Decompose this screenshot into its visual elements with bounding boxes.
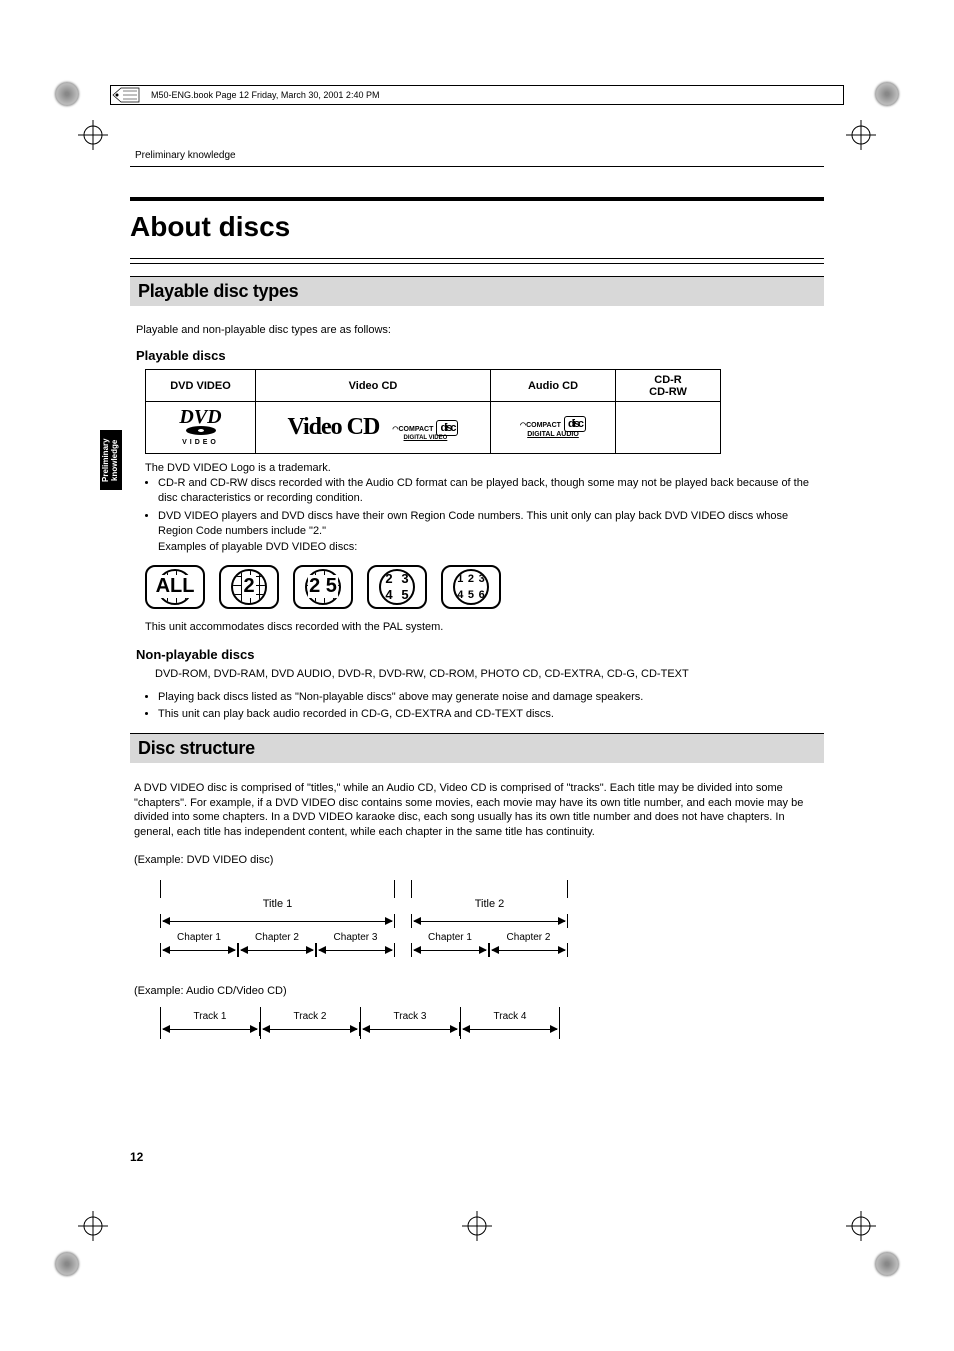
list-item: DVD VIDEO players and DVD discs have the… bbox=[158, 509, 824, 555]
nonplayable-list: DVD-ROM, DVD-RAM, DVD AUDIO, DVD-R, DVD-… bbox=[155, 668, 824, 680]
table-header: DVD VIDEO bbox=[146, 370, 256, 402]
example-dvd-label: (Example: DVD VIDEO disc) bbox=[134, 854, 824, 866]
trademark-note: The DVD VIDEO Logo is a trademark. bbox=[145, 462, 824, 474]
registration-circle bbox=[55, 1252, 79, 1276]
crop-mark bbox=[846, 120, 876, 150]
region-code-all: ALL bbox=[145, 565, 205, 609]
region-code-examples: ALL 2 2 5 2345 123456 bbox=[145, 565, 824, 609]
intro-text: Playable and non-playable disc types are… bbox=[136, 324, 824, 336]
table-header: CD-R CD-RW bbox=[616, 370, 721, 402]
region-code-25: 2 5 bbox=[293, 565, 353, 609]
crop-mark bbox=[78, 1211, 108, 1241]
audio-cd-logo: ◠COMPACT disc DIGITAL AUDIO bbox=[491, 402, 616, 454]
registration-circle bbox=[875, 82, 899, 106]
table-header: Audio CD bbox=[491, 370, 616, 402]
registration-circle bbox=[55, 82, 79, 106]
framemaker-header: M50-ENG.book Page 12 Friday, March 30, 2… bbox=[110, 85, 844, 105]
region-code-2345: 2345 bbox=[367, 565, 427, 609]
list-item: This unit can play back audio recorded i… bbox=[158, 707, 824, 722]
dvd-structure-diagram: Title 1 Chapter 1 Chapter 2 Chapter 3 Ti… bbox=[160, 880, 824, 957]
crop-mark bbox=[78, 120, 108, 150]
playable-discs-heading: Playable discs bbox=[136, 348, 824, 363]
cd-structure-diagram: Track 1 Track 2 Track 3 Track 4 bbox=[160, 1011, 824, 1036]
section-heading-playable: Playable disc types bbox=[130, 276, 824, 306]
crop-mark bbox=[462, 1211, 492, 1241]
cdr-cell bbox=[616, 402, 721, 454]
video-cd-logo: Video CD ◠COMPACT disc DIGITAL VIDEO bbox=[256, 402, 491, 454]
disc-structure-para: A DVD VIDEO disc is comprised of "titles… bbox=[134, 781, 824, 840]
table-header: Video CD bbox=[256, 370, 491, 402]
running-head: Preliminary knowledge bbox=[130, 150, 824, 167]
side-tab: Preliminary knowledge bbox=[100, 430, 122, 490]
crop-mark bbox=[846, 1211, 876, 1241]
page-title: About discs bbox=[130, 211, 824, 243]
header-filepath: M50-ENG.book Page 12 Friday, March 30, 2… bbox=[141, 90, 379, 100]
section-heading-structure: Disc structure bbox=[130, 733, 824, 763]
page-number: 12 bbox=[130, 1150, 143, 1164]
notes-list: CD-R and CD-RW discs recorded with the A… bbox=[158, 476, 824, 555]
disc-types-table: DVD VIDEO Video CD Audio CD CD-R CD-RW D… bbox=[145, 369, 721, 454]
region-code-2: 2 bbox=[219, 565, 279, 609]
registration-circle bbox=[875, 1252, 899, 1276]
pal-note: This unit accommodates discs recorded wi… bbox=[145, 621, 824, 633]
dvd-video-logo: DVD VIDEO bbox=[146, 402, 256, 454]
nonplayable-heading: Non-playable discs bbox=[136, 647, 824, 662]
example-cd-label: (Example: Audio CD/Video CD) bbox=[134, 985, 824, 997]
region-code-123456: 123456 bbox=[441, 565, 501, 609]
list-item: Playing back discs listed as "Non-playab… bbox=[158, 690, 824, 705]
notes-list-bottom: Playing back discs listed as "Non-playab… bbox=[158, 690, 824, 723]
list-item: CD-R and CD-RW discs recorded with the A… bbox=[158, 476, 824, 507]
